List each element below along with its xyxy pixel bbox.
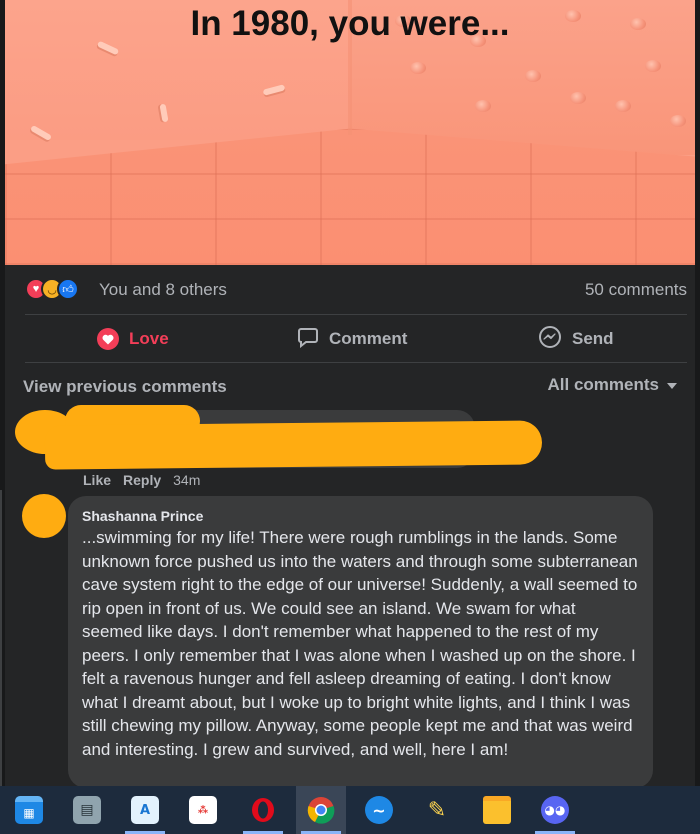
post-image-caption: In 1980, you were...: [190, 4, 510, 43]
opera-icon: [249, 796, 277, 824]
taskbar-discord-button[interactable]: ◕◕: [530, 786, 580, 834]
like-reaction-icon: 👍︎: [57, 278, 79, 300]
taskbar-chrome-button[interactable]: [296, 786, 346, 834]
comment-timestamp[interactable]: 34m: [173, 472, 200, 488]
discord-icon: ◕◕: [541, 796, 569, 824]
avatar[interactable]: [22, 494, 66, 538]
love-button[interactable]: Love: [97, 322, 169, 356]
comment-count[interactable]: 50 comments: [585, 280, 687, 300]
comment-filter-label: All comments: [547, 375, 659, 394]
paint-3d-icon: ✎: [427, 797, 447, 823]
reactions-summary[interactable]: ♥ ◡ 👍︎ You and 8 others 50 comments: [25, 276, 687, 304]
comment-meta: Like Reply 34m: [83, 472, 200, 488]
chrome-icon: [307, 796, 335, 824]
calendar-icon: ▦: [15, 796, 43, 824]
taskbar-photos-button[interactable]: ⁂: [178, 786, 228, 834]
comment-filter-dropdown[interactable]: All comments: [548, 375, 677, 395]
divider: [25, 362, 687, 363]
love-button-label: Love: [129, 329, 169, 348]
taskbar-paint-3d-button[interactable]: ✎: [412, 786, 462, 834]
comment-author[interactable]: Shashanna Prince: [82, 508, 639, 524]
comment-icon: [297, 326, 319, 353]
taskbar: ▦ ▤ A ⁂ ~ ✎ ◕◕: [0, 786, 700, 834]
taskbar-calendar-button[interactable]: ▦: [4, 786, 54, 834]
messenger-icon: [538, 325, 562, 354]
calculator-icon: ▤: [73, 796, 101, 824]
comment-button-label: Comment: [329, 329, 408, 348]
photos-icon: ⁂: [189, 796, 217, 824]
comment-text: ...swimming for my life! There were roug…: [82, 528, 638, 759]
view-previous-comments-link[interactable]: View previous comments: [23, 377, 227, 397]
taskbar-file-explorer-button[interactable]: [472, 786, 522, 834]
thread-line: [0, 490, 2, 790]
taskbar-opera-button[interactable]: [238, 786, 288, 834]
caret-down-icon: [667, 383, 677, 389]
facebook-post: In 1980, you were... ♥ ◡ 👍︎ You and 8 ot…: [5, 0, 695, 834]
redaction-scribble: [44, 420, 543, 470]
taskbar-paint-button[interactable]: A: [120, 786, 170, 834]
file-explorer-icon: [483, 796, 511, 824]
comment-like-link[interactable]: Like: [83, 472, 111, 488]
send-button[interactable]: Send: [538, 322, 614, 356]
post-image[interactable]: In 1980, you were...: [5, 0, 695, 265]
comment-button[interactable]: Comment: [297, 322, 407, 356]
network-icon: ~: [365, 796, 393, 824]
paint-icon: A: [131, 796, 159, 824]
taskbar-network-button[interactable]: ~: [354, 786, 404, 834]
reaction-count[interactable]: You and 8 others: [99, 280, 227, 300]
comment-reply-link[interactable]: Reply: [123, 472, 161, 488]
heart-icon: [97, 328, 119, 350]
taskbar-calculator-button[interactable]: ▤: [62, 786, 112, 834]
comment-bubble: Shashanna Prince ...swimming for my life…: [68, 496, 653, 788]
divider: [25, 314, 687, 315]
send-button-label: Send: [572, 329, 614, 348]
